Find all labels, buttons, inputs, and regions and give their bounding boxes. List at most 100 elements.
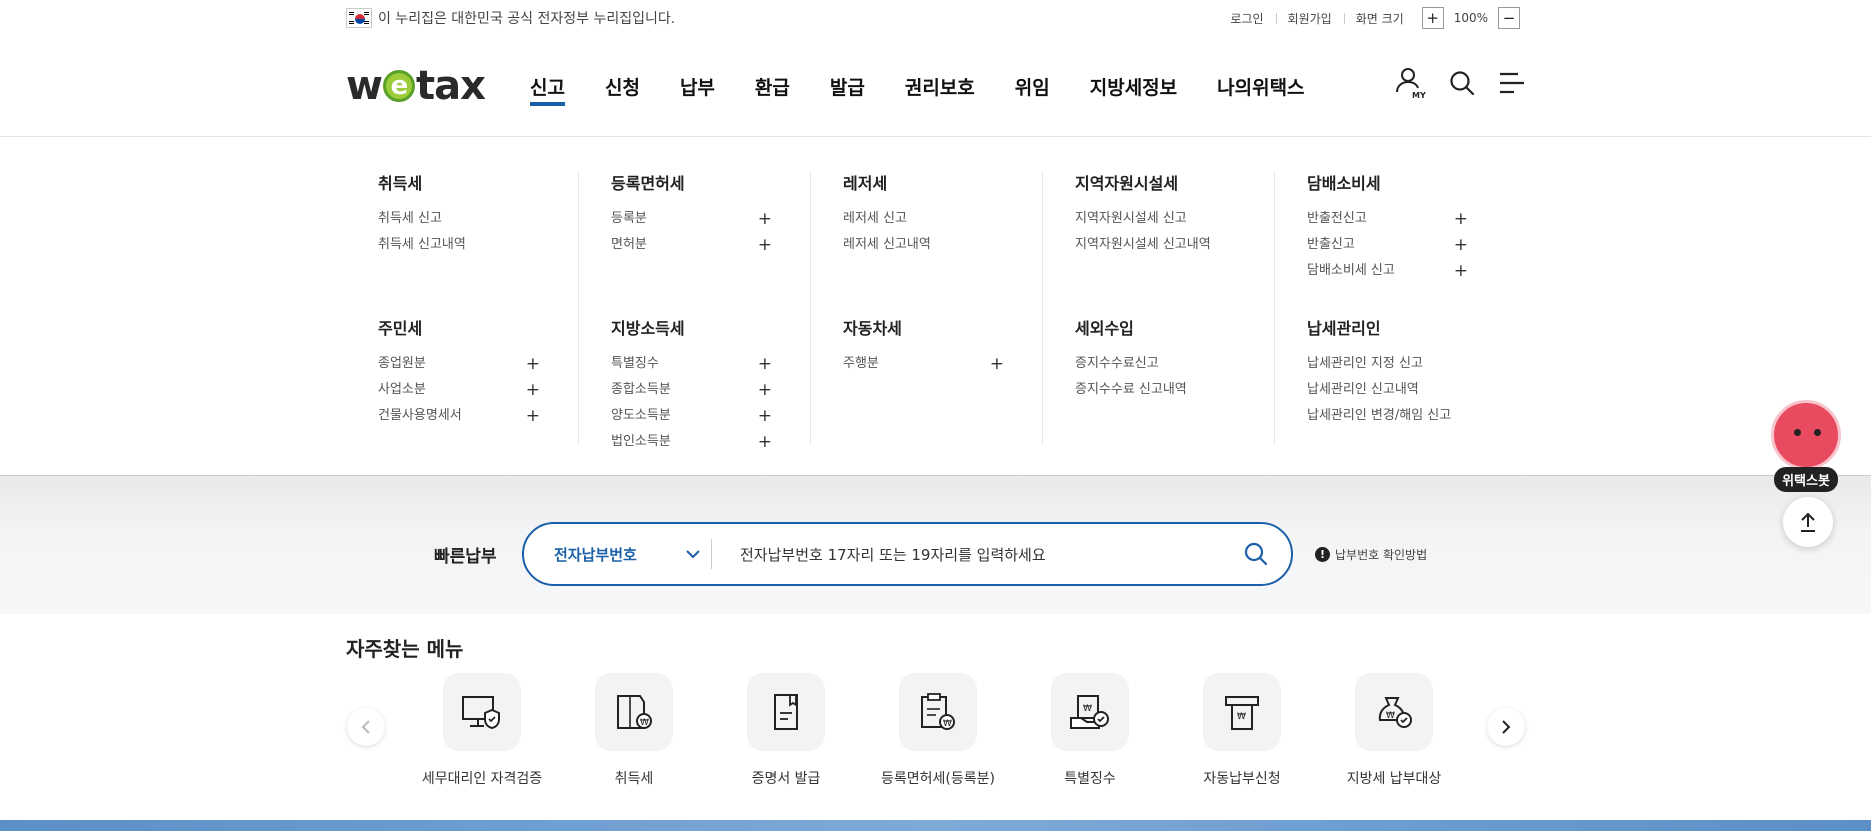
screen-size-label: 화면 크기 [1343,10,1416,27]
menu-heading[interactable]: 지방소득세 [611,317,772,341]
signup-link[interactable]: 회원가입 [1275,10,1344,27]
menu-link[interactable]: 취득세 신고내역 [378,232,540,258]
login-link[interactable]: 로그인 [1218,10,1275,27]
menu-link[interactable]: 지역자원시설세 신고 [1075,206,1236,232]
menu-link[interactable]: 반출신고 + [1307,232,1468,258]
frequent-item-agent-verify[interactable]: 세무대리인 자격검증 [406,673,558,788]
nav-issue[interactable]: 발급 [830,36,865,136]
chevron-left-icon [361,720,370,734]
menu-link[interactable]: 주행분 + [843,351,1004,377]
expand-plus-icon[interactable]: + [1454,258,1468,284]
quick-pay: 빠른납부 전자납부번호 전자납부번호 17자리 또는 19자리를 입력하세요 !… [434,522,1427,586]
frequent-item-payment-targets[interactable]: ₩ 지방세 납부대상 [1318,673,1470,788]
nav-rights[interactable]: 권리보호 [905,36,975,136]
nav-pay[interactable]: 납부 [680,36,715,136]
menu-link[interactable]: 반출전신고 + [1307,206,1468,232]
expand-plus-icon[interactable]: + [758,429,772,455]
zoom-out-button[interactable]: − [1498,7,1520,29]
menu-link[interactable]: 증지수수료신고 [1075,351,1236,377]
menu-heading[interactable]: 담배소비세 [1307,172,1468,196]
menu-heading[interactable]: 등록면허세 [611,172,772,196]
zoom-in-button[interactable]: + [1421,7,1444,29]
expand-plus-icon[interactable]: + [1454,232,1468,258]
exclamation-icon: ! [1315,546,1330,562]
frequent-menu-title: 자주찾는 메뉴 [346,637,464,661]
frequent-item-certificate[interactable]: 증명서 발급 [710,673,862,788]
mega-menu: 취득세 취득세 신고 취득세 신고내역 주민세 종업원분 + 사업소분 + 건물사용… [0,136,1871,476]
frequent-item-auto-payment[interactable]: ₩ 자동납부신청 [1166,673,1318,788]
carousel-prev-button[interactable] [347,708,385,746]
menu-link[interactable]: 등록분 + [611,206,772,232]
menu-heading[interactable]: 취득세 [378,172,540,196]
expand-plus-icon[interactable]: + [758,377,772,403]
nav-delegate[interactable]: 위임 [1015,36,1050,136]
top-bar: 이 누리집은 대한민국 공식 전자정부 누리집입니다. 로그인 회원가입 화면 … [346,0,1526,36]
nav-report[interactable]: 신고 [530,36,565,136]
header-icons: MY [1372,66,1526,104]
menu-link[interactable]: 양도소득분 + [611,403,772,429]
menu-link[interactable]: 건물사용명세서 + [378,403,540,429]
expand-plus-icon[interactable]: + [526,377,540,403]
bottom-banner-strip [0,820,1871,831]
menu-link[interactable]: 납세관리인 지정 신고 [1307,351,1468,377]
expand-plus-icon[interactable]: + [990,351,1004,377]
expand-plus-icon[interactable]: + [758,232,772,258]
carousel-next-button[interactable] [1487,708,1525,746]
menu-link[interactable]: 면허분 + [611,232,772,258]
my-page-icon[interactable]: MY [1394,66,1426,104]
search-button[interactable] [1221,541,1291,567]
scroll-to-top-button[interactable] [1783,497,1833,547]
gov-notice: 이 누리집은 대한민국 공식 전자정부 누리집입니다. [346,8,675,28]
menu-link[interactable]: 납세관리인 변경/해임 신고 [1307,403,1468,429]
arrow-up-icon [1801,512,1815,532]
expand-plus-icon[interactable]: + [758,206,772,232]
nav-local-tax-info[interactable]: 지방세정보 [1090,36,1177,136]
menu-link[interactable]: 특별징수 + [611,351,772,377]
search-icon[interactable] [1448,69,1476,101]
nav-apply[interactable]: 신청 [605,36,640,136]
menu-link[interactable]: 레저세 신고 [843,206,1004,232]
monitor-shield-icon [443,673,521,751]
frequent-item-special-withholding[interactable]: ₩ 특별징수 [1014,673,1166,788]
gov-notice-text: 이 누리집은 대한민국 공식 전자정부 누리집입니다. [378,11,676,27]
menu-link[interactable]: 지역자원시설세 신고내역 [1075,232,1236,258]
menu-link[interactable]: 사업소분 + [378,377,540,403]
nav-my-wetax[interactable]: 나의위택스 [1217,36,1304,136]
menu-link[interactable]: 증지수수료 신고내역 [1075,377,1236,403]
payment-type-select[interactable]: 전자납부번호 [524,539,712,569]
nav-refund[interactable]: 환급 [755,36,790,136]
wetax-bot-button[interactable]: 위택스봇 [1770,400,1842,492]
menu-heading[interactable]: 주민세 [378,317,540,341]
all-menu-icon[interactable] [1498,71,1526,99]
payment-number-input[interactable]: 전자납부번호 17자리 또는 19자리를 입력하세요 [712,544,1221,565]
frequent-item-acquisition-tax[interactable]: ₩ 취득세 [558,673,710,788]
chevron-down-icon [686,550,700,559]
expand-plus-icon[interactable]: + [526,351,540,377]
svg-text:₩: ₩ [1386,711,1395,721]
menu-heading[interactable]: 납세관리인 [1307,317,1468,341]
menu-heading[interactable]: 자동차세 [843,317,1004,341]
menu-heading[interactable]: 세외수입 [1075,317,1236,341]
wetax-logo[interactable]: w e tax [346,63,530,109]
chatbot-label: 위택스봇 [1774,467,1838,492]
chatbot-mascot-icon [1771,400,1841,470]
menu-link[interactable]: 법인소득분 + [611,429,772,455]
menu-link[interactable]: 담배소비세 신고 + [1307,258,1468,284]
menu-heading[interactable]: 레저세 [843,172,1004,196]
expand-plus-icon[interactable]: + [1454,206,1468,232]
menu-link[interactable]: 종합소득분 + [611,377,772,403]
menu-heading[interactable]: 지역자원시설세 [1075,172,1236,196]
payment-number-help-link[interactable]: ! 납부번호 확인방법 [1315,546,1427,563]
expand-plus-icon[interactable]: + [758,403,772,429]
money-bag-check-icon: ₩ [1355,673,1433,751]
menu-link[interactable]: 납세관리인 신고내역 [1307,377,1468,403]
chevron-right-icon [1502,720,1511,734]
frequent-item-registration-tax[interactable]: ₩ 등록면허세(등록분) [862,673,1014,788]
zoom-level: 100% [1453,11,1488,25]
menu-link[interactable]: 취득세 신고 [378,206,540,232]
menu-link[interactable]: 종업원분 + [378,351,540,377]
menu-link[interactable]: 레저세 신고내역 [843,232,1004,258]
expand-plus-icon[interactable]: + [758,351,772,377]
expand-plus-icon[interactable]: + [526,403,540,429]
svg-text:₩: ₩ [943,719,952,729]
